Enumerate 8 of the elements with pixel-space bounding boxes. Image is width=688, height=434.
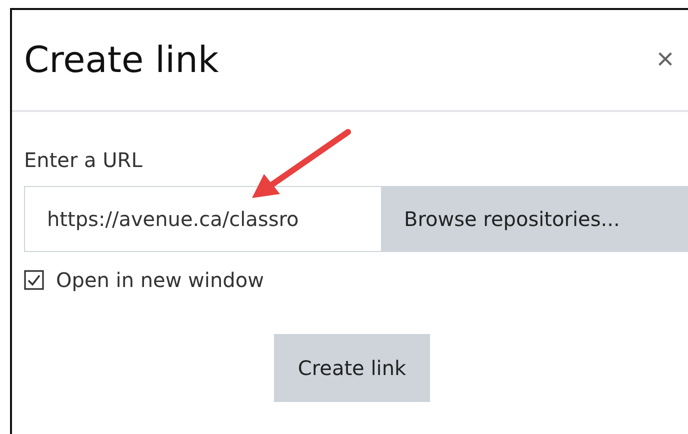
close-button[interactable]: × <box>648 43 682 77</box>
checkbox-label: Open in new window <box>56 268 264 292</box>
dialog-title: Create link <box>24 40 219 80</box>
create-link-button[interactable]: Create link <box>274 334 430 402</box>
browse-button[interactable]: Browse repositories... <box>382 186 688 252</box>
url-label: Enter a URL <box>24 148 144 172</box>
url-field[interactable]: https://avenue.ca/classro <box>24 186 382 252</box>
checkbox[interactable] <box>24 270 44 290</box>
